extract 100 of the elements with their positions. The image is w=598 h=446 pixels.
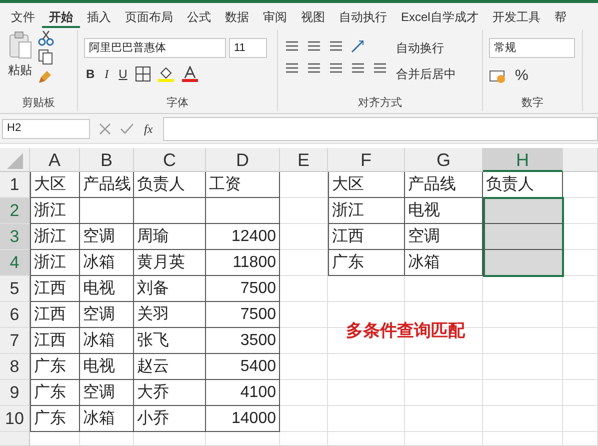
selected-cell[interactable] xyxy=(483,198,563,224)
table-cell[interactable]: 赵云 xyxy=(134,354,206,380)
table-cell[interactable]: 张飞 xyxy=(134,328,206,354)
font-size-field[interactable]: 11 xyxy=(229,38,267,58)
column-header[interactable]: A xyxy=(30,148,80,172)
row-header[interactable]: 6 xyxy=(0,302,30,328)
table-cell[interactable]: 江西 xyxy=(30,328,80,354)
table-cell[interactable]: 3500 xyxy=(206,328,280,354)
column-header[interactable]: H xyxy=(483,148,563,172)
name-box[interactable]: H2 xyxy=(2,118,90,138)
table-cell[interactable]: 电视 xyxy=(80,354,134,380)
table-cell[interactable]: 江西 xyxy=(30,276,80,302)
column-header[interactable]: F xyxy=(328,148,405,172)
table-cell[interactable]: 4100 xyxy=(206,380,280,406)
table-cell[interactable]: 黄月英 xyxy=(134,250,206,276)
ribbon-tab[interactable]: 文件 xyxy=(4,4,42,28)
table-cell[interactable]: 冰箱 xyxy=(80,406,134,432)
table-cell[interactable]: 空调 xyxy=(80,380,134,406)
selected-cell[interactable] xyxy=(483,250,563,276)
table-cell[interactable]: 产品线 xyxy=(405,172,483,198)
table-cell[interactable]: 浙江 xyxy=(328,198,405,224)
table-cell[interactable]: 江西 xyxy=(30,302,80,328)
font-name-field[interactable]: 阿里巴巴普惠体 xyxy=(84,38,226,58)
empty-cell[interactable] xyxy=(206,198,280,224)
table-cell[interactable]: 广东 xyxy=(30,354,80,380)
row-header[interactable]: 7 xyxy=(0,328,30,354)
column-header[interactable] xyxy=(563,148,598,172)
table-cell[interactable]: 广东 xyxy=(30,406,80,432)
table-cell[interactable]: 产品线 xyxy=(80,172,134,198)
ribbon-tab[interactable]: 自动执行 xyxy=(332,4,394,28)
empty-cell[interactable] xyxy=(134,198,206,224)
empty-cell[interactable] xyxy=(80,198,134,224)
cancel-icon[interactable] xyxy=(98,122,112,136)
merge-center-button[interactable]: 合并后居中 xyxy=(394,64,458,84)
selected-cell[interactable] xyxy=(483,224,563,250)
percent-button[interactable]: % xyxy=(513,64,530,88)
row-header[interactable]: 5 xyxy=(0,276,30,302)
table-cell[interactable]: 广东 xyxy=(30,380,80,406)
number-format-field[interactable]: 常规 xyxy=(489,38,575,58)
ribbon-tab[interactable]: Excel自学成才 xyxy=(394,4,486,28)
table-cell[interactable]: 冰箱 xyxy=(80,250,134,276)
table-cell[interactable]: 关羽 xyxy=(134,302,206,328)
row-header[interactable]: 3 xyxy=(0,224,30,250)
table-cell[interactable]: 小乔 xyxy=(134,406,206,432)
copy-icon[interactable] xyxy=(38,49,54,65)
row-header[interactable]: 2 xyxy=(0,198,30,224)
format-painter-icon[interactable] xyxy=(38,68,54,84)
column-header[interactable]: E xyxy=(280,148,328,172)
paste-icon[interactable] xyxy=(7,30,33,60)
row-header[interactable]: 1 xyxy=(0,172,30,198)
select-all-icon[interactable] xyxy=(6,153,22,170)
table-cell[interactable]: 负责人 xyxy=(483,172,563,198)
table-cell[interactable]: 空调 xyxy=(80,302,134,328)
orientation-icon[interactable] xyxy=(350,38,366,54)
wrap-text-button[interactable]: 自动换行 xyxy=(394,38,458,58)
table-cell[interactable]: 广东 xyxy=(328,250,405,276)
table-cell[interactable]: 7500 xyxy=(206,302,280,328)
ribbon-tab[interactable]: 插入 xyxy=(80,4,118,28)
table-cell[interactable]: 电视 xyxy=(80,276,134,302)
ribbon-tab[interactable]: 开发工具 xyxy=(485,4,548,28)
row-header[interactable]: 4 xyxy=(0,250,30,276)
table-cell[interactable]: 浙江 xyxy=(30,224,80,250)
table-cell[interactable]: 工资 xyxy=(206,172,280,198)
row-header[interactable] xyxy=(0,432,30,446)
table-cell[interactable]: 大区 xyxy=(30,172,80,198)
table-cell[interactable]: 周瑜 xyxy=(134,224,206,250)
table-cell[interactable]: 7500 xyxy=(206,276,280,302)
table-cell[interactable]: 江西 xyxy=(328,224,405,250)
formula-field[interactable] xyxy=(162,116,598,140)
ribbon-tab[interactable]: 页面布局 xyxy=(118,4,180,28)
confirm-icon[interactable] xyxy=(120,122,134,136)
table-cell[interactable]: 冰箱 xyxy=(80,328,134,354)
table-cell[interactable]: 5400 xyxy=(206,354,280,380)
ribbon-tab[interactable]: 视图 xyxy=(294,4,332,28)
column-header[interactable]: G xyxy=(405,148,483,172)
ribbon-tab[interactable]: 公式 xyxy=(180,4,218,28)
table-cell[interactable]: 大区 xyxy=(328,172,405,198)
ribbon-tab[interactable]: 开始 xyxy=(42,4,80,28)
insert-function-button[interactable]: fx xyxy=(142,118,155,138)
table-cell[interactable]: 电视 xyxy=(405,198,483,224)
fill-color-icon[interactable] xyxy=(157,66,176,82)
column-header[interactable]: D xyxy=(206,148,280,172)
table-cell[interactable]: 空调 xyxy=(80,224,134,250)
font-color-icon[interactable] xyxy=(181,66,200,82)
row-header[interactable]: 8 xyxy=(0,354,30,380)
column-header[interactable]: C xyxy=(134,148,206,172)
table-cell[interactable]: 空调 xyxy=(405,224,483,250)
row-header[interactable]: 10 xyxy=(0,406,30,432)
table-cell[interactable]: 大乔 xyxy=(134,380,206,406)
paste-button[interactable]: 粘贴 xyxy=(6,60,34,80)
borders-icon[interactable] xyxy=(135,66,152,82)
row-header[interactable]: 9 xyxy=(0,380,30,406)
ribbon-tab[interactable]: 数据 xyxy=(218,4,256,28)
table-cell[interactable]: 12400 xyxy=(206,224,280,250)
table-cell[interactable]: 浙江 xyxy=(30,250,80,276)
table-cell[interactable]: 浙江 xyxy=(30,198,80,224)
ribbon-tab[interactable]: 审阅 xyxy=(256,4,294,28)
underline-button[interactable]: U xyxy=(116,64,130,84)
table-cell[interactable]: 负责人 xyxy=(134,172,206,198)
column-header[interactable]: B xyxy=(80,148,134,172)
